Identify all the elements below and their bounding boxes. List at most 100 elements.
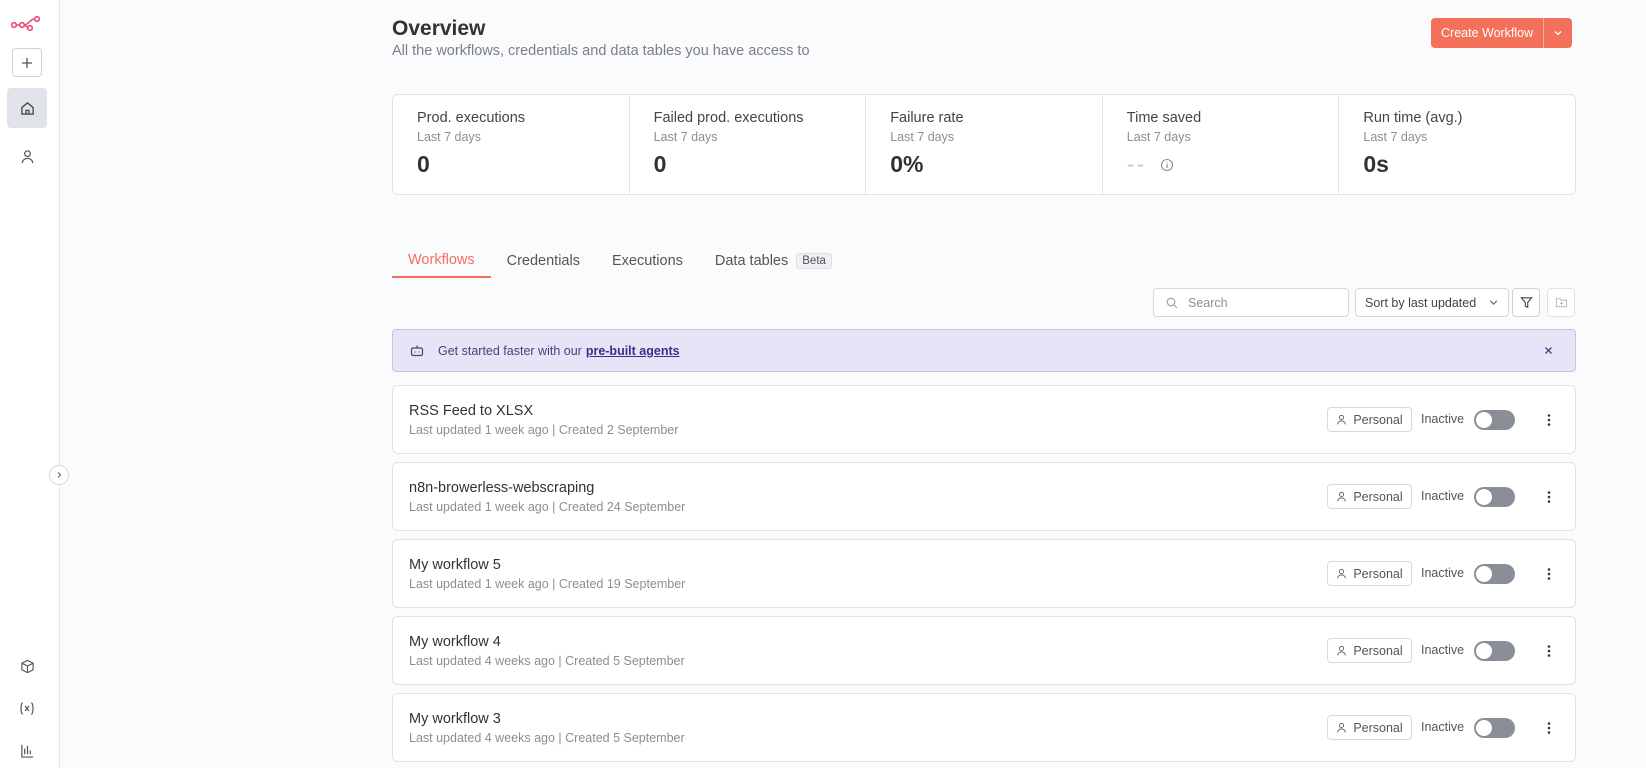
- create-dropdown-button[interactable]: [1543, 18, 1573, 48]
- tab-executions[interactable]: Executions: [596, 248, 699, 278]
- workflow-status: Inactive: [1421, 489, 1465, 503]
- workflow-name[interactable]: My workflow 5: [409, 557, 501, 573]
- active-toggle[interactable]: [1474, 487, 1515, 507]
- stat-value: 0: [417, 151, 430, 177]
- stat-value: --: [1126, 151, 1147, 177]
- tab-workflows[interactable]: Workflows: [392, 248, 491, 278]
- user-icon: [1337, 645, 1347, 656]
- stat-label: Run time (avg.): [1363, 110, 1463, 126]
- stat-failed-executions[interactable]: Failed prod. executions Last 7 days 0: [630, 95, 867, 194]
- search-field[interactable]: [1153, 288, 1349, 317]
- stat-label: Failed prod. executions: [653, 110, 804, 126]
- workflow-name[interactable]: RSS Feed to XLSX: [409, 403, 533, 419]
- stat-label: Prod. executions: [417, 110, 526, 126]
- variables-icon: [20, 701, 34, 715]
- stat-value: 0%: [890, 151, 924, 177]
- stat-value-row: --: [1127, 151, 1315, 178]
- workflow-card[interactable]: RSS Feed to XLSX Last updated 1 week ago…: [392, 385, 1576, 454]
- stat-label: Failure rate: [890, 110, 964, 126]
- sidebar-item-variables[interactable]: [7, 688, 47, 728]
- info-icon[interactable]: [1160, 158, 1174, 172]
- active-toggle[interactable]: [1474, 718, 1515, 738]
- stat-value: 0s: [1363, 151, 1389, 177]
- user-icon: [21, 149, 33, 163]
- more-menu-button[interactable]: [1542, 487, 1556, 507]
- user-icon: [1337, 568, 1347, 579]
- workflow-meta: Last updated 1 week ago | Created 24 Sep…: [409, 500, 686, 514]
- owner-badge: Personal: [1327, 715, 1412, 740]
- create-workflow-group: Create Workflow: [1431, 18, 1573, 48]
- owner-badge: Personal: [1327, 638, 1412, 663]
- banner-text: Get started faster with our: [438, 343, 582, 358]
- sidebar-item-insights[interactable]: [7, 730, 47, 768]
- owner-label: Personal: [1353, 489, 1403, 504]
- more-vertical-icon: [1547, 414, 1551, 426]
- more-vertical-icon: [1547, 722, 1551, 734]
- sidebar-item-overview[interactable]: [7, 88, 47, 128]
- workflow-name[interactable]: My workflow 3: [409, 711, 501, 727]
- workflow-status: Inactive: [1421, 566, 1465, 580]
- sort-select[interactable]: Sort by last updated: [1355, 288, 1509, 317]
- stat-period: Last 7 days: [417, 130, 481, 144]
- stat-period: Last 7 days: [890, 130, 955, 144]
- user-icon: [1337, 414, 1347, 425]
- stat-prod-executions[interactable]: Prod. executions Last 7 days 0: [393, 95, 630, 194]
- active-toggle[interactable]: [1474, 564, 1515, 584]
- tab-data-tables[interactable]: Data tables Beta: [699, 248, 848, 278]
- search-icon: [1166, 297, 1178, 308]
- tab-label: Data tables: [714, 252, 789, 269]
- more-vertical-icon: [1547, 645, 1551, 657]
- more-menu-button[interactable]: [1542, 564, 1556, 584]
- workflow-card[interactable]: My workflow 3 Last updated 4 weeks ago |…: [392, 693, 1576, 762]
- tab-credentials[interactable]: Credentials: [491, 248, 596, 278]
- robot-icon: [410, 345, 424, 357]
- workflow-card[interactable]: My workflow 4 Last updated 4 weeks ago |…: [392, 616, 1576, 685]
- insights-summary: Prod. executions Last 7 days 0 Failed pr…: [392, 94, 1576, 195]
- page-subtitle: All the workflows, credentials and data …: [392, 43, 810, 59]
- sort-value: Sort by last updated: [1365, 295, 1477, 310]
- workflow-meta: Last updated 1 week ago | Created 19 Sep…: [409, 577, 686, 591]
- workflow-meta: Last updated 1 week ago | Created 2 Sept…: [409, 423, 679, 437]
- pre-built-agents-banner: Get started faster with our pre-built ag…: [392, 329, 1576, 372]
- more-menu-button[interactable]: [1542, 410, 1556, 430]
- bar-chart-icon: [20, 744, 33, 758]
- workflow-name[interactable]: My workflow 4: [409, 634, 501, 650]
- search-input[interactable]: [1188, 295, 1338, 310]
- pre-built-agents-link[interactable]: pre-built agents: [586, 344, 680, 358]
- owner-label: Personal: [1353, 566, 1403, 581]
- stat-period: Last 7 days: [653, 130, 718, 144]
- chevron-right-icon: [57, 472, 62, 478]
- filter-icon: [1519, 297, 1533, 308]
- stat-period: Last 7 days: [1363, 130, 1428, 144]
- workflow-status: Inactive: [1421, 720, 1465, 734]
- workflow-card[interactable]: n8n-browerless-webscraping Last updated …: [392, 462, 1576, 531]
- home-icon: [20, 101, 34, 115]
- new-folder-button[interactable]: [1547, 288, 1575, 317]
- owner-label: Personal: [1353, 643, 1403, 658]
- more-menu-button[interactable]: [1542, 718, 1556, 738]
- workflow-status: Inactive: [1421, 643, 1465, 657]
- stat-time-saved[interactable]: Time saved Last 7 days --: [1103, 95, 1340, 194]
- expand-sidebar-button[interactable]: [49, 465, 69, 485]
- filter-button[interactable]: [1512, 288, 1540, 317]
- stat-failure-rate[interactable]: Failure rate Last 7 days 0%: [866, 95, 1103, 194]
- active-toggle[interactable]: [1474, 410, 1515, 430]
- more-menu-button[interactable]: [1542, 641, 1556, 661]
- workflow-meta: Last updated 4 weeks ago | Created 5 Sep…: [409, 654, 685, 668]
- user-icon: [1337, 491, 1347, 502]
- banner-close-button[interactable]: [1541, 343, 1555, 357]
- create-workflow-button[interactable]: Create Workflow: [1431, 18, 1544, 48]
- owner-badge: Personal: [1327, 407, 1412, 432]
- workflow-name[interactable]: n8n-browerless-webscraping: [409, 480, 594, 496]
- sidebar-item-templates[interactable]: [7, 646, 47, 686]
- n8n-logo[interactable]: [11, 14, 41, 34]
- stat-run-time[interactable]: Run time (avg.) Last 7 days 0s: [1339, 95, 1575, 194]
- user-icon: [1337, 722, 1347, 733]
- chevron-down-icon: [1554, 31, 1562, 36]
- add-button[interactable]: [12, 48, 42, 77]
- close-icon: [1544, 346, 1552, 354]
- sidebar-item-personal[interactable]: [7, 136, 47, 176]
- workflow-card[interactable]: My workflow 5 Last updated 1 week ago | …: [392, 539, 1576, 608]
- active-toggle[interactable]: [1474, 641, 1515, 661]
- box-icon: [20, 659, 34, 673]
